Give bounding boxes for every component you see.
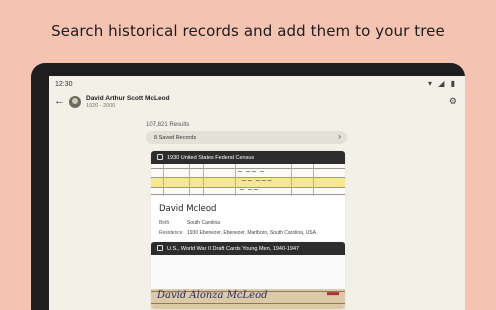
record-field-birth: Birth South Carolina bbox=[151, 218, 345, 228]
record-card-header: U.S., World War II Draft Cards Young Men… bbox=[151, 242, 345, 255]
draft-handwriting: David Alonza McLeod bbox=[157, 290, 268, 301]
field-label: Birth bbox=[159, 220, 170, 226]
record-collection-title: 1930 United States Federal Census bbox=[167, 154, 255, 161]
record-card-census[interactable]: 1930 United States Federal Census ~ ~~ ~… bbox=[151, 151, 345, 243]
app-bar: ← David Arthur Scott McLeod 1920 - 2000 … bbox=[49, 92, 465, 114]
red-stamp: ■■■■ bbox=[326, 291, 339, 297]
results-count: 107,821 Results bbox=[146, 122, 190, 128]
saved-records-button[interactable]: 8 Saved Records › bbox=[146, 131, 347, 144]
status-time: 12:30 bbox=[55, 81, 73, 88]
record-field-residence: Residence 1930 Ebenezer, Ebenezer, Marlb… bbox=[151, 228, 345, 243]
record-collection-title: U.S., World War II Draft Cards Young Men… bbox=[167, 245, 300, 252]
status-bar: 12:30 ▾ ◢ ▮ bbox=[49, 76, 465, 92]
document-icon bbox=[157, 245, 163, 251]
chevron-right-icon: › bbox=[338, 132, 341, 141]
app-screen: 12:30 ▾ ◢ ▮ ← David Arthur Scott McLeod … bbox=[49, 76, 465, 310]
field-value: 1930 Ebenezer, Ebenezer, Marlboro, South… bbox=[187, 230, 316, 236]
status-icons: ▾ ◢ ▮ bbox=[427, 79, 457, 88]
promo-headline: Search historical records and add them t… bbox=[51, 22, 445, 40]
record-card-header: 1930 United States Federal Census bbox=[151, 151, 345, 164]
back-arrow-icon[interactable]: ← bbox=[54, 95, 65, 107]
person-dates: 1920 - 2000 bbox=[86, 103, 116, 109]
draft-card-blank bbox=[151, 255, 345, 289]
filter-icon[interactable]: ⚙ bbox=[449, 96, 457, 107]
draft-card-image: ■■■■ David Alonza McLeod bbox=[151, 289, 345, 309]
avatar[interactable] bbox=[69, 96, 81, 108]
census-image: ~ ~~ ~ ~~ ~~~ ~ ~~ bbox=[151, 164, 345, 196]
field-value: South Carolina bbox=[187, 220, 221, 226]
saved-records-label: 8 Saved Records bbox=[154, 134, 197, 141]
document-icon bbox=[157, 154, 163, 160]
person-name: David Arthur Scott McLeod bbox=[86, 95, 170, 102]
field-label: Residence bbox=[159, 230, 183, 236]
record-card-draft[interactable]: U.S., World War II Draft Cards Young Men… bbox=[151, 242, 345, 309]
record-person-name: David Mcleod bbox=[159, 204, 217, 214]
